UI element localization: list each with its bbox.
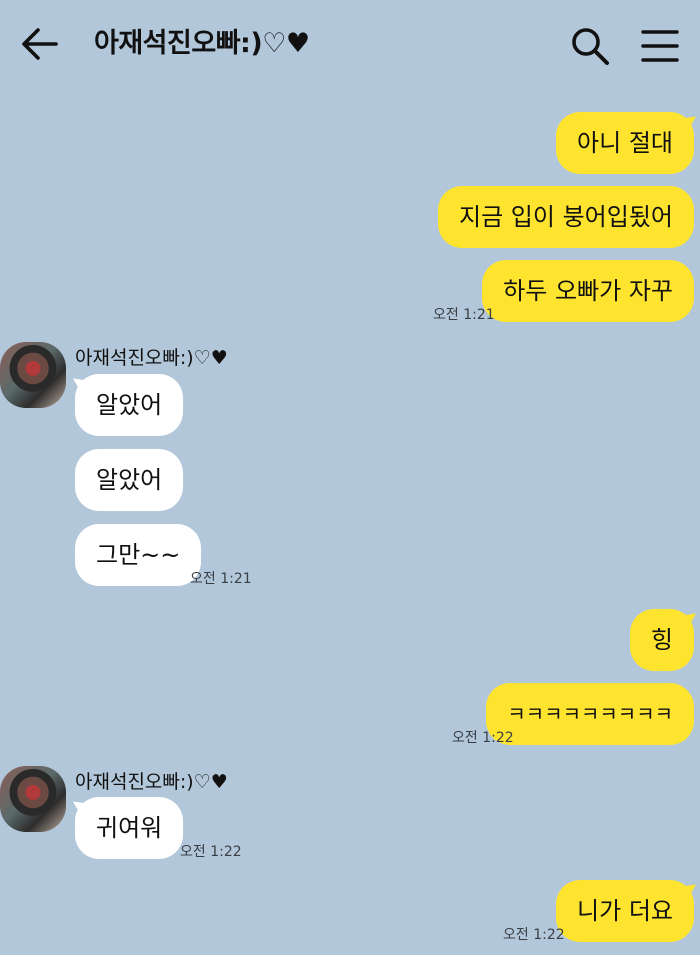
my-message-bubble[interactable]: 힝 bbox=[629, 609, 694, 671]
my-message-bubble[interactable]: 지금 입이 붕어입됬어 bbox=[438, 186, 694, 248]
message-timestamp: 오전 1:22 bbox=[503, 927, 565, 943]
their-message-bubble[interactable]: 그만~~ bbox=[75, 524, 202, 586]
message-timestamp: 오전 1:21 bbox=[433, 307, 495, 323]
their-message-bubble[interactable]: 귀여워 bbox=[75, 797, 184, 859]
their-message-bubble[interactable]: 알았어 bbox=[75, 374, 184, 436]
sender-name: 아재석진오빠:)♡♥ bbox=[75, 771, 228, 793]
contact-avatar[interactable] bbox=[0, 766, 66, 832]
my-message-bubble[interactable]: ㅋㅋㅋㅋㅋㅋㅋㅋㅋ bbox=[486, 683, 694, 745]
chat-title: 아재석진오빠:)♡♥ bbox=[94, 28, 310, 59]
search-icon[interactable] bbox=[570, 26, 610, 66]
hamburger-menu-icon[interactable] bbox=[640, 28, 680, 64]
my-message-bubble[interactable]: 니가 더요 bbox=[556, 880, 694, 942]
my-message-bubble[interactable]: 아니 절대 bbox=[556, 112, 694, 174]
their-message-bubble[interactable]: 알았어 bbox=[75, 449, 184, 511]
chat-header: 아재석진오빠:)♡♥ bbox=[0, 0, 700, 86]
contact-avatar[interactable] bbox=[0, 342, 66, 408]
my-message-bubble[interactable]: 하두 오빠가 자꾸 bbox=[482, 260, 694, 322]
message-timestamp: 오전 1:22 bbox=[180, 844, 242, 860]
message-timestamp: 오전 1:21 bbox=[190, 571, 252, 587]
sender-name: 아재석진오빠:)♡♥ bbox=[75, 347, 228, 369]
back-arrow-icon[interactable] bbox=[20, 26, 60, 62]
message-timestamp: 오전 1:22 bbox=[452, 730, 514, 746]
